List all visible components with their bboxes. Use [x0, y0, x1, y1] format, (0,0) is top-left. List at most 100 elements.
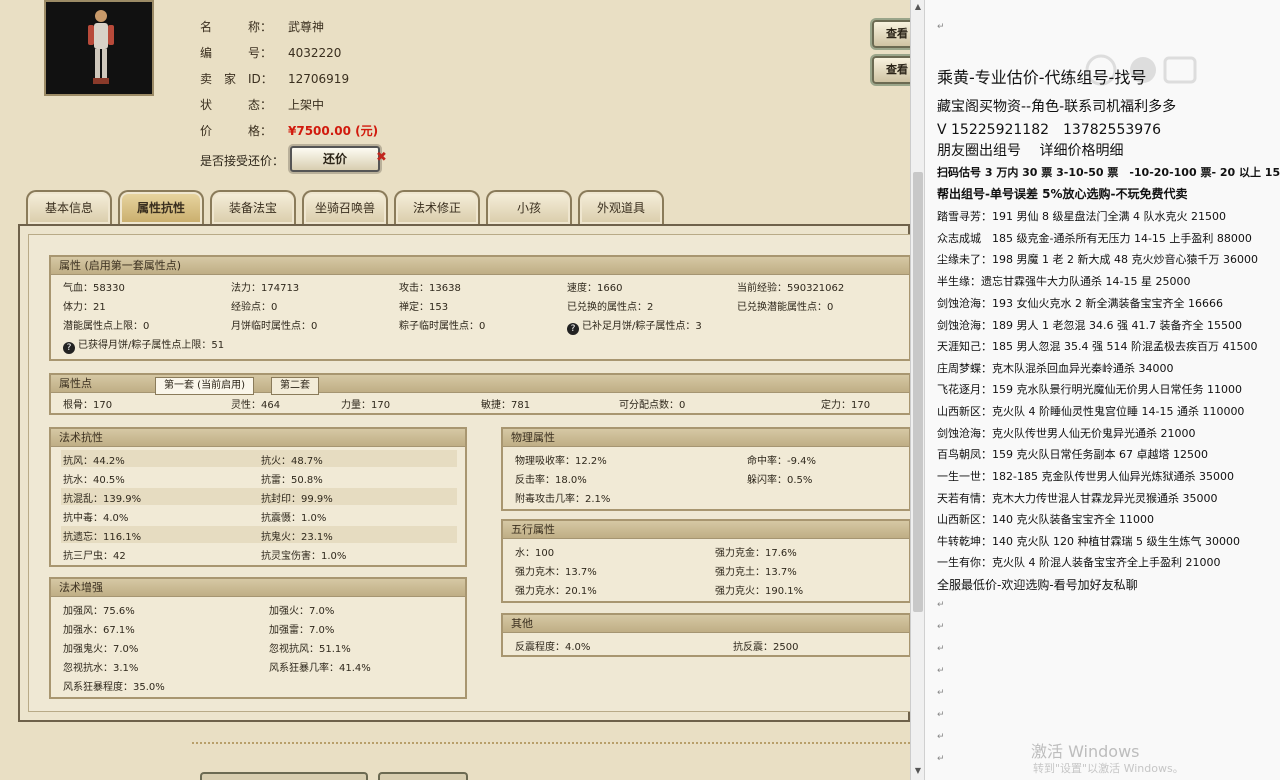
- stat-exchanged: 已兑换的属性点：2: [567, 302, 654, 313]
- strong-vs-wood: 强力克木：13.7%: [515, 567, 597, 578]
- reflect-degree: 反震程度：4.0%: [515, 642, 591, 653]
- strong-vs-metal: 强力克金：17.6%: [715, 548, 797, 559]
- attributes-section: 属性 (启用第一套属性点) 气血：58330 法力：174713 攻击：1363…: [49, 255, 910, 361]
- physical-hit: 命中率：-9.4%: [747, 456, 817, 467]
- stat-hp: 气血：58330: [63, 283, 125, 294]
- character-portrait: [44, 0, 154, 96]
- scroll-up-icon[interactable]: ▲: [913, 2, 923, 12]
- page-scrollbar[interactable]: ▲ ▼: [910, 0, 924, 780]
- doc-entry: 剑蚀沧海：193 女仙火克水 2 新全满装备宝宝齐全 16666: [937, 297, 1223, 310]
- doc-entry: 天涯知己：185 男人忽混 35.4 强 514 阶混孟极去疾百万 41500: [937, 340, 1258, 353]
- resist-seal: 抗封印：99.9%: [261, 494, 333, 505]
- info-name: 名 称： 武尊神: [200, 20, 325, 34]
- stat-zen: 禅定：153: [399, 302, 449, 313]
- paragraph-mark: ↵: [937, 710, 945, 720]
- point-endurance: 定力：170: [821, 400, 871, 411]
- resist-title: 法术抗性: [51, 429, 465, 447]
- stat-mooncake-temp: 月饼临时属性点：0: [231, 321, 318, 332]
- enhance-wind: 加强风：75.6%: [63, 606, 135, 617]
- resist-corpse-worm: 抗三尸虫：42: [63, 551, 126, 562]
- resist-stun: 抗震慑：1.0%: [261, 513, 327, 524]
- tab-appearance[interactable]: 外观道具: [578, 190, 664, 224]
- info-seller: 卖 家 ID： 12706919: [200, 72, 350, 86]
- help-icon[interactable]: ?: [567, 323, 579, 335]
- info-status: 状 态： 上架中: [200, 98, 325, 112]
- ignore-resist-wind: 忽视抗风：51.1%: [269, 644, 351, 655]
- stat-mp: 法力：174713: [231, 283, 300, 294]
- info-id: 编 号： 4032220: [200, 46, 342, 60]
- paragraph-mark: ↵: [937, 600, 945, 610]
- five-elements-title: 五行属性: [503, 521, 909, 539]
- paragraph-mark: ↵: [937, 22, 945, 32]
- point-constitution: 根骨：170: [63, 400, 113, 411]
- paragraph-mark: ↵: [937, 754, 945, 764]
- element-water: 水：100: [515, 548, 555, 559]
- doc-line-5: 扫码估号 3 万内 30 票 3-10-50 票 -10-20-100 票- 2…: [937, 166, 1280, 179]
- paragraph-mark: ↵: [937, 688, 945, 698]
- tab-basic-info[interactable]: 基本信息: [26, 190, 112, 224]
- point-unassigned: 可分配点数：0: [619, 400, 686, 411]
- scroll-down-icon[interactable]: ▼: [913, 766, 923, 776]
- doc-line-3: V 15225921182 13782553976: [937, 122, 1161, 138]
- doc-entry: 一生有你：克火队 4 阶混人装备宝宝齐全上手盈利 21000: [937, 556, 1221, 569]
- counter-offer-label: 是否接受还价：: [200, 154, 285, 168]
- tab-attributes[interactable]: 属性抗性: [118, 190, 204, 224]
- paragraph-mark: ↵: [937, 622, 945, 632]
- point-strength: 力量：170: [341, 400, 391, 411]
- enhance-section: 法术增强 加强风：75.6% 加强火：7.0% 加强水：67.1% 加强雷：7.…: [49, 577, 467, 699]
- tab-mounts[interactable]: 坐骑召唤兽: [302, 190, 388, 224]
- resist-chaos: 抗混乱：139.9%: [63, 494, 142, 505]
- doc-entry: 庄周梦蝶：克木队混杀回血异光秦岭通杀 34000: [937, 362, 1174, 375]
- view-button-1[interactable]: 查看: [872, 20, 910, 48]
- scrollbar-thumb[interactable]: [913, 172, 923, 612]
- physical-section: 物理属性 物理吸收率：12.2% 命中率：-9.4% 反击率：18.0% 躲闪率…: [501, 427, 910, 511]
- stat-bonus-cap: ? 已获得月饼/粽子属性点上限：51: [63, 336, 224, 354]
- bottom-button-1[interactable]: [200, 772, 368, 780]
- close-icon[interactable]: ✖: [376, 150, 387, 165]
- tab-points-set-2[interactable]: 第二套: [271, 377, 319, 395]
- help-icon[interactable]: ?: [63, 342, 75, 354]
- tab-equipment[interactable]: 装备法宝: [210, 190, 296, 224]
- stat-attack: 攻击：13638: [399, 283, 461, 294]
- doc-entry: 半生缘：遗忘甘霖强牛大力队通杀 14-15 星 25000: [937, 275, 1191, 288]
- attributes-title: 属性 (启用第一套属性点): [51, 257, 909, 275]
- anti-reflect: 抗反震：2500: [733, 642, 799, 653]
- enhance-title: 法术增强: [51, 579, 465, 597]
- strong-vs-water: 强力克水：20.1%: [515, 586, 597, 597]
- strong-vs-fire: 强力克火：190.1%: [715, 586, 804, 597]
- ignore-resist-water: 忽视抗水：3.1%: [63, 663, 139, 674]
- doc-entry: 尘缘未了：198 男魔 1 老 2 新大成 48 克火炒音心猿千万 36000: [937, 253, 1258, 266]
- resist-fire: 抗火：48.7%: [261, 456, 323, 467]
- enhance-ghostfire: 加强鬼火：7.0%: [63, 644, 139, 655]
- tab-points-set-1[interactable]: 第一套 (当前启用): [155, 377, 254, 395]
- doc-entry: 踏雪寻芳：191 男仙 8 级星盘法门全满 4 队水克火 21500: [937, 210, 1226, 223]
- paragraph-mark: ↵: [937, 666, 945, 676]
- stat-filled-bonus: ? 已补足月饼/粽子属性点：3: [567, 317, 702, 335]
- paragraph-mark: ↵: [937, 644, 945, 654]
- resist-section: 法术抗性 抗风：44.2% 抗火：48.7% 抗水：40.5% 抗雷：50.8%…: [49, 427, 467, 567]
- doc-entry: 山西新区：克火队 4 阶睡仙灵性鬼宫位睡 14-15 通杀 110000: [937, 405, 1245, 418]
- doc-line-4: 朋友圈出组号 详细价格明细: [937, 143, 1124, 159]
- counter-offer-button[interactable]: 还价: [290, 146, 380, 172]
- enhance-fire: 加强火：7.0%: [269, 606, 335, 617]
- stat-potential-cap: 潜能属性点上限：0: [63, 321, 150, 332]
- stat-exchanged-potential: 已兑换潜能属性点：0: [737, 302, 834, 313]
- points-section: 属性点 第一套 (当前启用) 第二套 根骨：170 灵性：464 力量：170 …: [49, 373, 910, 415]
- view-button-2[interactable]: 查看: [872, 56, 910, 84]
- other-section: 其他 反震程度：4.0% 抗反震：2500: [501, 613, 910, 657]
- enhance-water: 加强水：67.1%: [63, 625, 135, 636]
- bottom-button-2[interactable]: [378, 772, 468, 780]
- doc-line-2: 藏宝阁买物资--角色-联系司机福利多多: [937, 99, 1177, 115]
- doc-entry: 牛转乾坤：140 克火队 120 种植甘霖瑞 5 级生生炼气 30000: [937, 535, 1240, 548]
- doc-entry: 一生一世：182-185 克金队传世男人仙异光炼狱通杀 35000: [937, 470, 1234, 483]
- tab-spell-mods[interactable]: 法术修正: [394, 190, 480, 224]
- tab-children[interactable]: 小孩: [486, 190, 572, 224]
- info-price: 价 格： ¥7500.00 (元): [200, 124, 379, 138]
- point-intellect: 灵性：464: [231, 400, 281, 411]
- doc-line-6: 帮出组号-单号误差 5%放心选购-不玩免费代卖: [937, 187, 1188, 201]
- doc-entry: 百鸟朝凤：159 克火队日常任务副本 67 卓越塔 12500: [937, 448, 1208, 461]
- resist-forget: 抗遗忘：116.1%: [63, 532, 142, 543]
- character-figure-icon: [88, 10, 114, 84]
- point-agility: 敏捷：781: [481, 400, 531, 411]
- resist-treasure-damage: 抗灵宝伤害：1.0%: [261, 551, 347, 562]
